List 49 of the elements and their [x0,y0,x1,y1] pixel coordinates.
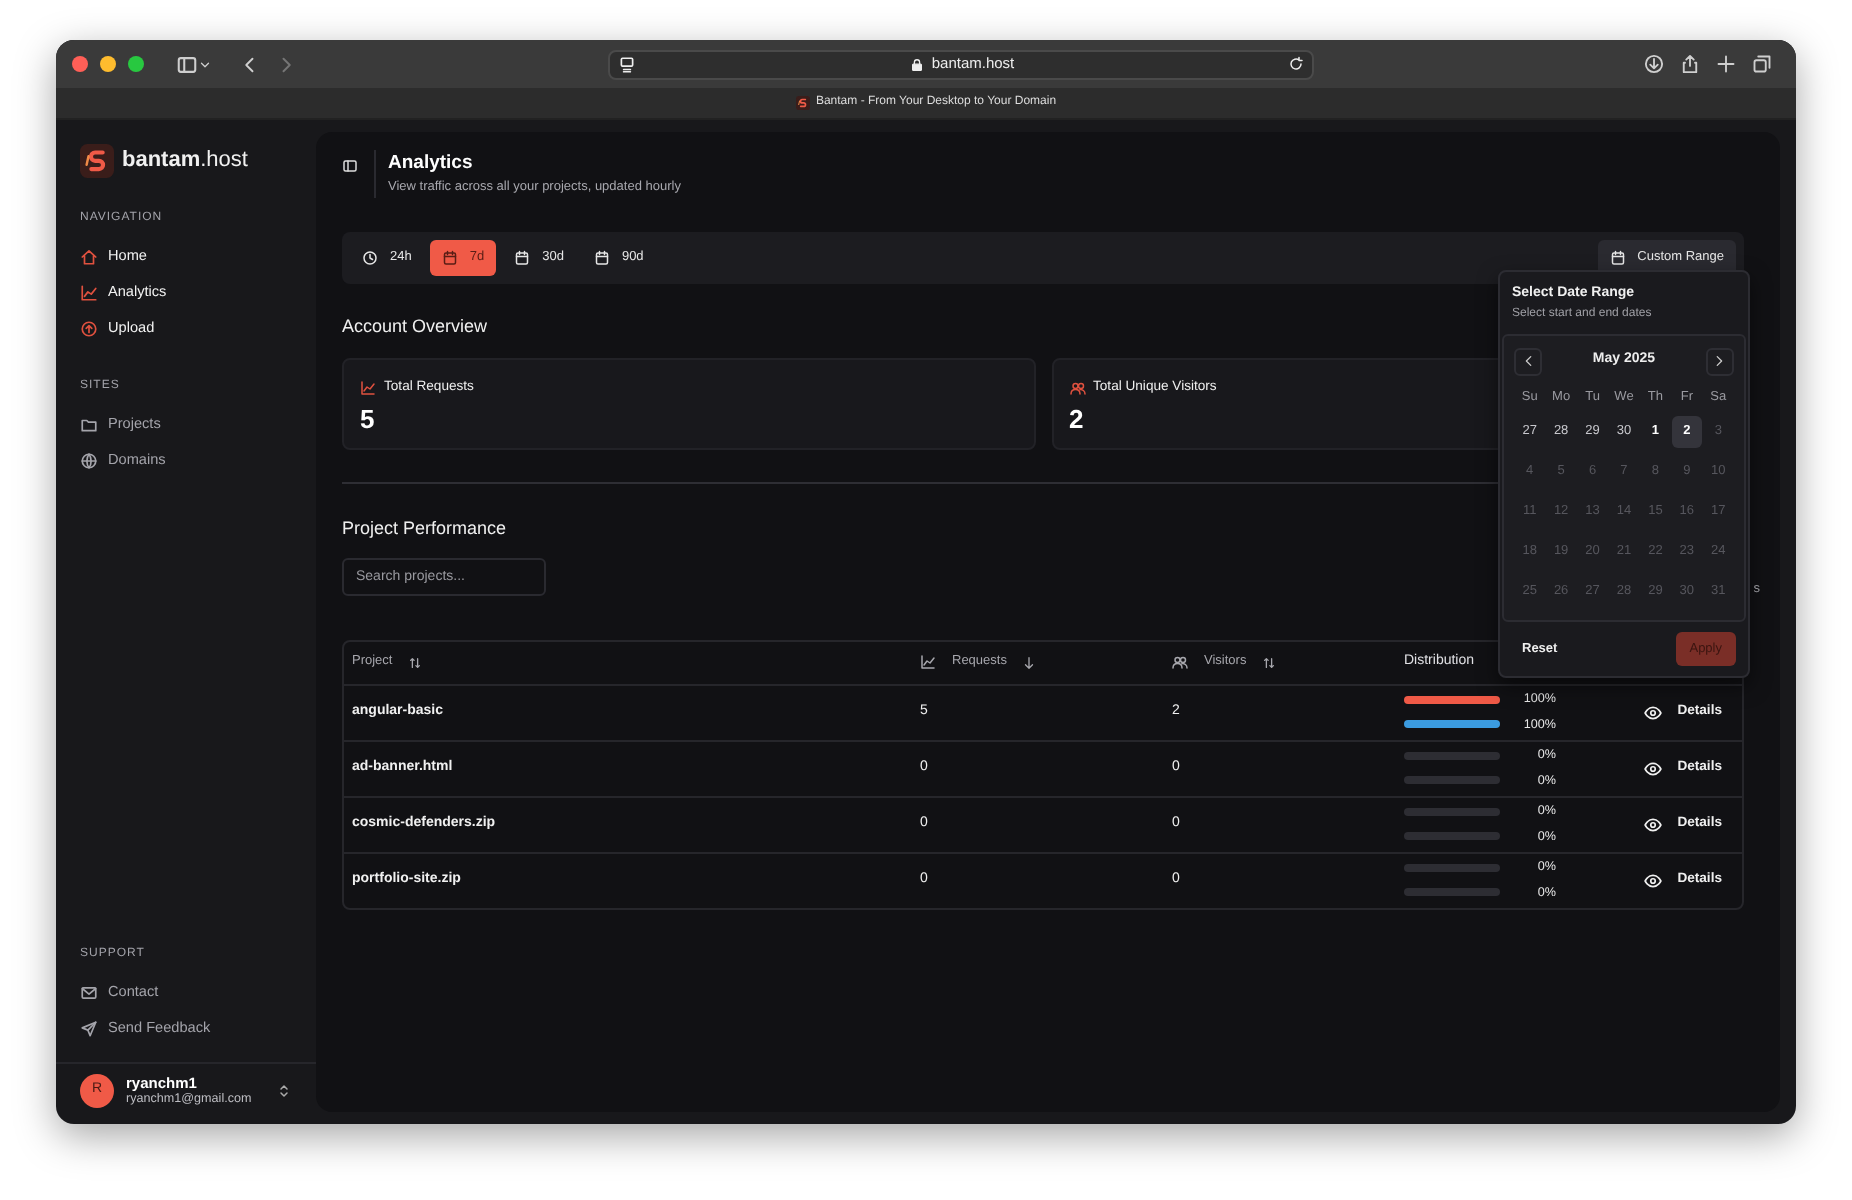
sidebar-toggle-button[interactable] [342,158,358,174]
home-icon [80,247,98,265]
reload-icon [1288,56,1304,72]
next-month-button[interactable] [1705,347,1734,375]
calendar-icon [441,250,458,266]
calendar-icon [1609,250,1626,266]
lock-icon [909,57,924,71]
eye-icon [1643,759,1662,778]
stat-value: 5 [360,405,375,432]
section-title: Account Overview [342,314,490,340]
sort-icon [1262,655,1277,670]
close-window-button[interactable] [72,56,88,72]
page-title: Analytics [388,150,475,178]
send-icon [80,1019,98,1037]
brand-name: bantam.host [122,146,248,177]
mail-icon [80,983,98,1001]
people-icon [1172,654,1188,671]
chart-icon [80,283,98,301]
zoom-window-button[interactable] [128,56,144,72]
new-tab-icon [1716,54,1736,74]
eye-icon [1643,815,1662,834]
sidebar-toggle-icon [176,53,198,75]
clock-icon [362,250,378,266]
download-icon [1644,54,1664,74]
chevrons-icon [276,1082,292,1100]
sort-down-icon [1022,655,1037,670]
folder-icon [80,415,98,433]
chart-icon [920,654,936,671]
share-icon [1680,54,1700,74]
chevron-left-icon [1521,354,1535,368]
stat-value: 2 [1069,405,1084,432]
eye-icon [1643,703,1662,722]
logo-icon [795,96,810,110]
logo-icon [80,144,114,178]
tabs-icon [1752,54,1772,74]
calendar-icon [514,250,531,266]
section-title: Project Performance [342,515,509,542]
sort-icon [408,655,423,670]
upload-icon [80,319,98,337]
people-icon [1069,379,1085,396]
page-icon [618,55,636,73]
chevron-right-icon [1712,354,1727,368]
chart-icon [360,379,376,396]
calendar-icon [593,250,610,266]
panel-icon [342,158,358,174]
globe-icon [80,451,98,469]
eye-icon [1643,871,1662,890]
previous-month-button[interactable] [1514,347,1542,375]
minimize-window-button[interactable] [100,56,116,72]
